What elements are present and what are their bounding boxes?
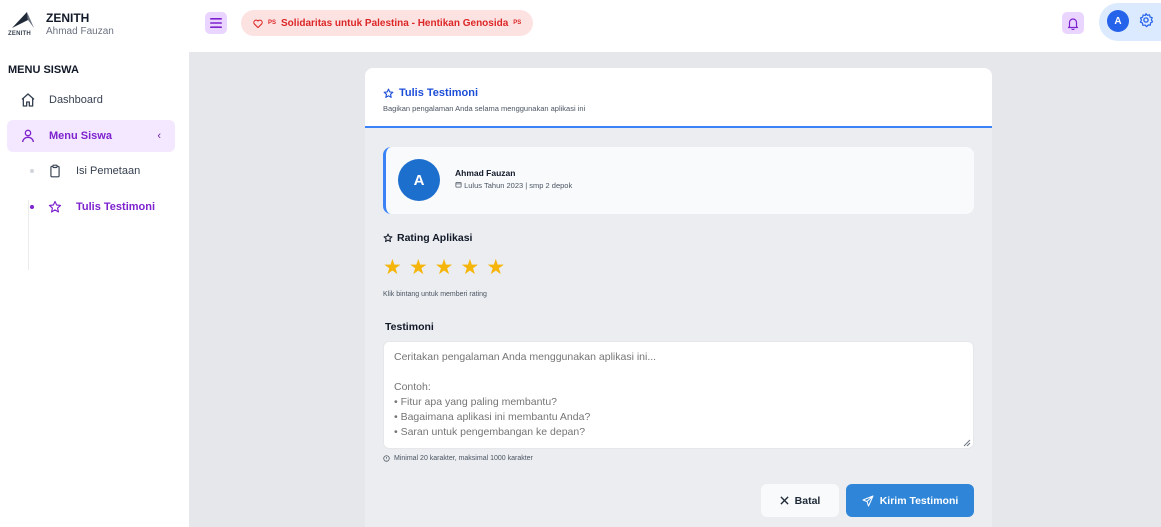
sidebar: MENU SISWA Dashboard Menu Siswa ‹ Isi Pe… bbox=[0, 52, 189, 527]
notification-button[interactable] bbox=[1062, 12, 1084, 34]
submit-testimoni-button[interactable]: Kirim Testimoni bbox=[846, 484, 974, 517]
submenu-line bbox=[28, 200, 29, 270]
sidebar-subitem-label: Isi Pemetaan bbox=[76, 165, 141, 177]
cancel-button[interactable]: Batal bbox=[761, 484, 839, 517]
star-outline-icon bbox=[383, 233, 393, 243]
card-header: Tulis Testimoni Bagikan pengalaman Anda … bbox=[365, 68, 992, 128]
calendar-icon bbox=[455, 182, 462, 188]
rating-star-icon[interactable]: ★ bbox=[486, 256, 505, 280]
card-title: Tulis Testimoni bbox=[383, 87, 478, 99]
info-icon bbox=[383, 455, 390, 462]
char-limit-text: Minimal 20 karakter, maksimal 1000 karak… bbox=[394, 455, 533, 462]
brand[interactable]: ZENITH ZENITH Ahmad Fauzan bbox=[8, 7, 114, 41]
sidebar-subitem-tulis-testimoni[interactable]: Tulis Testimoni bbox=[30, 195, 155, 219]
user-info-box: A Ahmad Fauzan Lulus Tahun 2023 | smp 2 … bbox=[383, 147, 974, 214]
logo-wordmark: ZENITH bbox=[8, 31, 31, 37]
sidebar-subitem-label: Tulis Testimoni bbox=[76, 201, 156, 213]
cancel-button-label: Batal bbox=[794, 494, 821, 507]
rating-star-icon[interactable]: ★ bbox=[460, 256, 479, 280]
main-content: Tulis Testimoni Bagikan pengalaman Anda … bbox=[189, 52, 1161, 527]
char-limit-hint: Minimal 20 karakter, maksimal 1000 karak… bbox=[383, 455, 533, 462]
home-icon bbox=[21, 93, 35, 107]
rating-hint: Klik bintang untuk memberi rating bbox=[383, 291, 487, 298]
user-meta: Lulus Tahun 2023 | smp 2 depok bbox=[455, 181, 572, 190]
bullet-dot bbox=[30, 205, 34, 209]
banner-suffix: PS bbox=[513, 20, 522, 26]
user-meta-text: Lulus Tahun 2023 | smp 2 depok bbox=[464, 181, 573, 190]
rating-star-icon[interactable]: ★ bbox=[435, 256, 454, 280]
hamburger-icon bbox=[210, 18, 222, 28]
bell-icon bbox=[1067, 17, 1079, 30]
send-icon bbox=[862, 495, 874, 506]
brand-text: ZENITH Ahmad Fauzan bbox=[46, 11, 114, 38]
testimoni-card: Tulis Testimoni Bagikan pengalaman Anda … bbox=[365, 68, 992, 527]
rating-title-text: Rating Aplikasi bbox=[397, 232, 473, 244]
sidebar-subitem-isi-pemetaan[interactable]: Isi Pemetaan bbox=[30, 159, 140, 183]
close-icon bbox=[780, 496, 789, 505]
heart-icon bbox=[253, 19, 263, 28]
clipboard-icon bbox=[50, 164, 60, 178]
resize-grip-icon[interactable] bbox=[963, 439, 971, 447]
star-outline-icon bbox=[383, 88, 394, 98]
sidebar-item-label: Dashboard bbox=[49, 94, 103, 106]
submit-button-label: Kirim Testimoni bbox=[879, 494, 959, 507]
chevron-left-icon: ‹ bbox=[157, 130, 161, 142]
brand-username: Ahmad Fauzan bbox=[46, 25, 114, 37]
rating-title: Rating Aplikasi bbox=[383, 232, 472, 244]
bullet-dot bbox=[30, 169, 34, 173]
banner-prefix: PS bbox=[268, 20, 277, 26]
app-title: ZENITH bbox=[46, 10, 90, 25]
sidebar-heading: MENU SISWA bbox=[8, 64, 79, 76]
sidebar-item-dashboard[interactable]: Dashboard bbox=[7, 84, 175, 116]
testimoni-textarea[interactable] bbox=[383, 341, 974, 449]
solidarity-banner[interactable]: PS Solidaritas untuk Palestina - Hentika… bbox=[241, 10, 534, 36]
card-title-text: Tulis Testimoni bbox=[399, 87, 479, 99]
banner-text: Solidaritas untuk Palestina - Hentikan G… bbox=[281, 17, 509, 29]
card-subtitle: Bagikan pengalaman Anda selama menggunak… bbox=[383, 104, 586, 113]
zenith-logo: ZENITH bbox=[8, 7, 40, 41]
rating-star-icon[interactable]: ★ bbox=[383, 256, 402, 280]
menu-toggle-button[interactable] bbox=[205, 12, 227, 34]
sidebar-item-label: Menu Siswa bbox=[49, 130, 112, 142]
avatar[interactable]: A bbox=[1107, 10, 1129, 32]
rating-stars: ★ ★ ★ ★ ★ bbox=[383, 256, 505, 280]
testimoni-label: Testimoni bbox=[385, 321, 434, 333]
rating-star-icon[interactable]: ★ bbox=[409, 256, 428, 280]
user-avatar: A bbox=[398, 159, 440, 201]
top-bar: ZENITH ZENITH Ahmad Fauzan PS Solidarita… bbox=[0, 0, 1161, 52]
user-icon bbox=[22, 129, 34, 143]
user-name: Ahmad Fauzan bbox=[455, 168, 516, 178]
gear-icon[interactable] bbox=[1138, 12, 1154, 28]
sidebar-item-menu-siswa[interactable]: Menu Siswa ‹ bbox=[7, 120, 175, 152]
star-outline-icon bbox=[48, 200, 62, 213]
